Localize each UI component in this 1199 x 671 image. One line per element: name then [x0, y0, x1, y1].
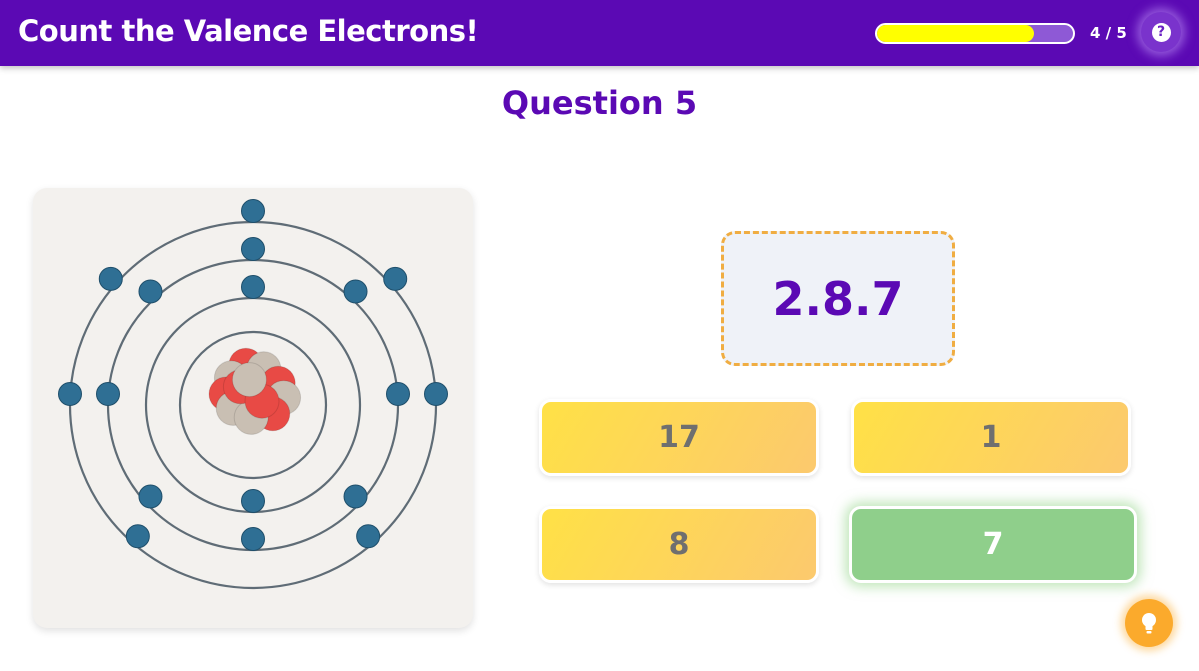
electron	[241, 199, 265, 223]
answer-option-1[interactable]: 17	[539, 399, 819, 476]
top-bar: Count the Valence Electrons! 4 / 5 ?	[0, 0, 1199, 66]
answer-option-4-correct[interactable]: 7	[849, 506, 1137, 583]
electron	[383, 266, 408, 291]
electron	[424, 382, 448, 406]
electron	[343, 279, 368, 304]
question-title: Question 5	[501, 84, 698, 122]
electron	[241, 237, 265, 261]
progress-bar	[875, 23, 1075, 44]
atom-diagram-card	[33, 188, 473, 628]
progress-bar-fill	[877, 25, 1034, 42]
answer-option-3[interactable]: 8	[539, 506, 819, 583]
electron-configuration-box: 2.8.7	[721, 231, 955, 366]
electron	[343, 484, 368, 509]
electron	[356, 524, 381, 549]
electron	[241, 489, 265, 513]
neutron	[231, 362, 267, 398]
electron	[386, 382, 410, 406]
hint-button[interactable]	[1125, 599, 1173, 647]
answer-option-2[interactable]: 1	[851, 399, 1131, 476]
app-title: Count the Valence Electrons!	[18, 14, 479, 48]
electron-configuration: 2.8.7	[772, 271, 904, 326]
progress-counter: 4 / 5	[1090, 24, 1127, 42]
electron	[58, 382, 82, 406]
electron	[138, 279, 163, 304]
help-button[interactable]: ?	[1141, 12, 1181, 52]
electron	[125, 524, 150, 549]
question-mark-icon: ?	[1151, 22, 1171, 42]
electron	[98, 266, 123, 291]
electron	[138, 484, 163, 509]
electron	[241, 275, 265, 299]
bohr-model-diagram	[58, 199, 448, 590]
lightbulb-icon	[1142, 613, 1156, 634]
electron	[241, 527, 265, 551]
electron	[96, 382, 120, 406]
